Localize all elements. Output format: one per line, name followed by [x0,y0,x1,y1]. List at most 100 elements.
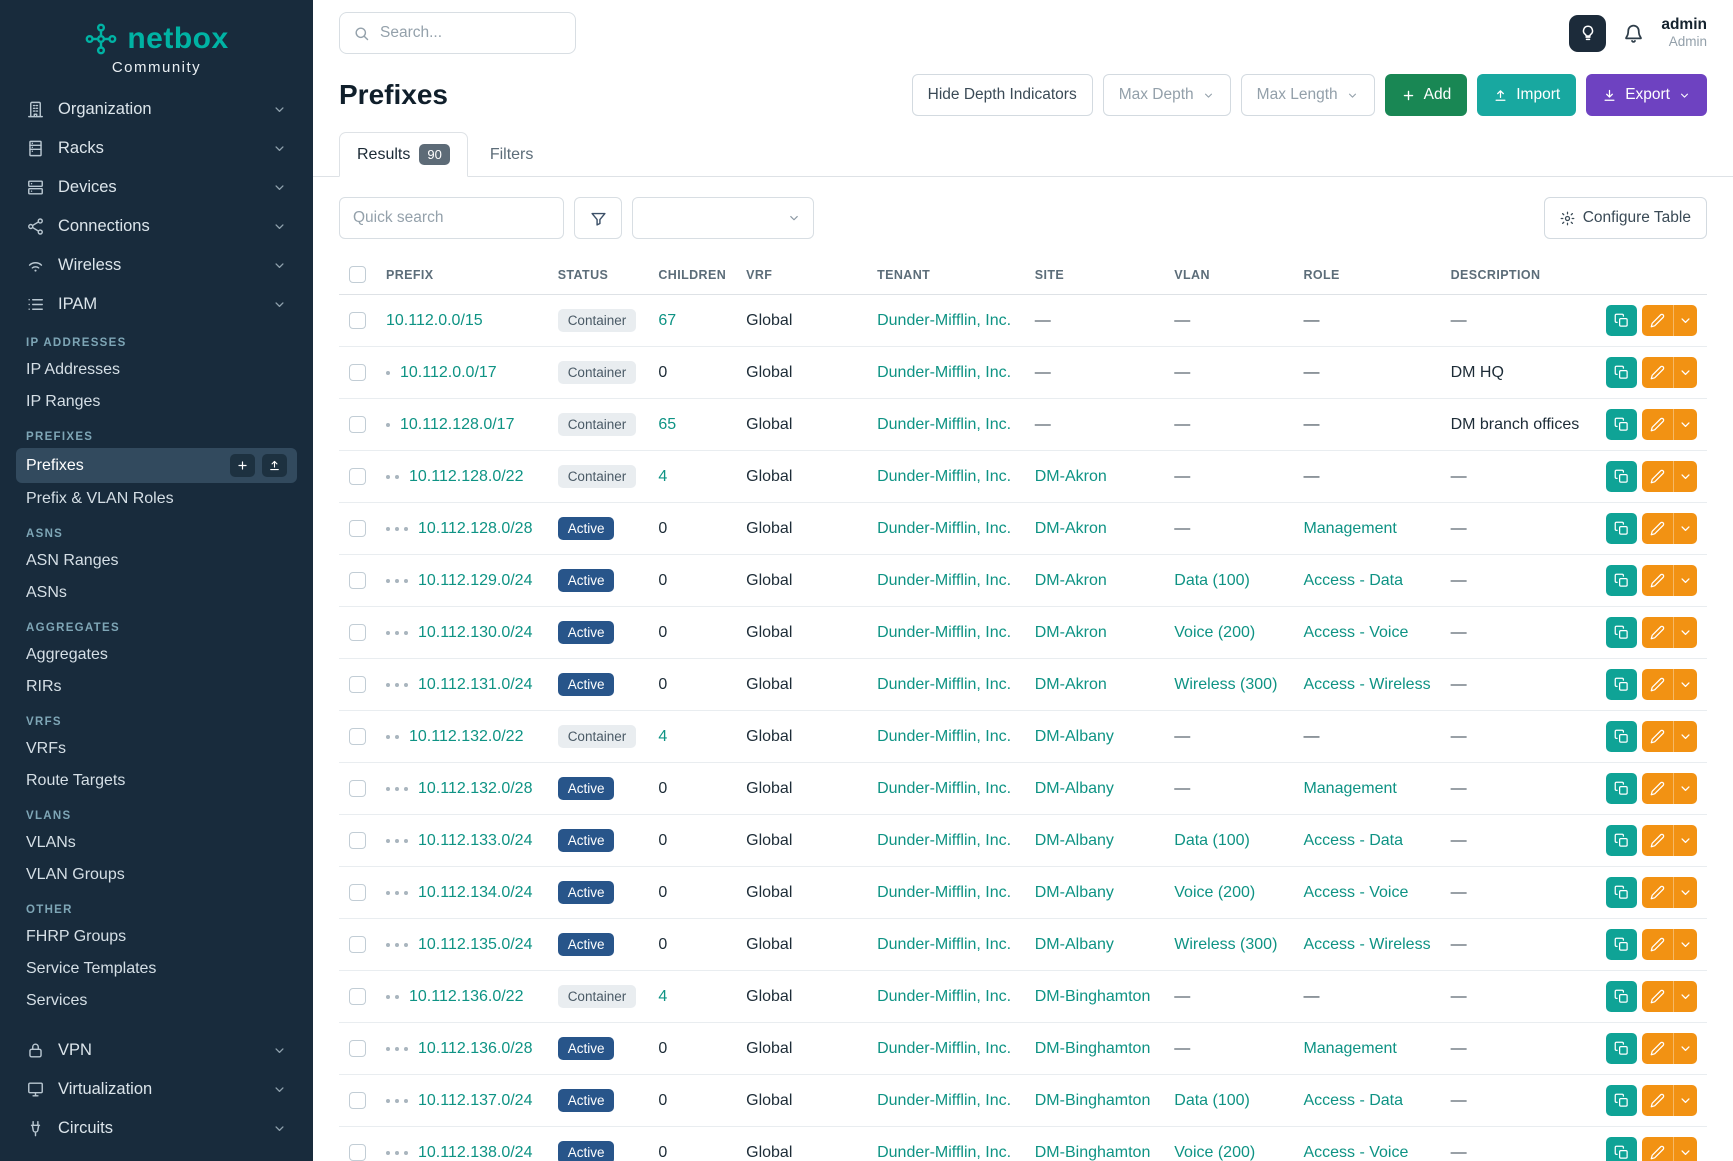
role-link[interactable]: Access - Voice [1303,1144,1408,1161]
row-checkbox[interactable] [349,416,366,433]
edit-dropdown-button[interactable] [1673,409,1697,440]
column-header-status[interactable]: STATUS [548,255,649,295]
role-link[interactable]: Access - Voice [1303,624,1408,641]
export-button[interactable]: Export [1586,74,1707,116]
max-length-dropdown[interactable]: Max Length [1241,74,1375,116]
site-link[interactable]: DM-Albany [1035,936,1114,953]
row-checkbox[interactable] [349,1144,366,1161]
vlan-link[interactable]: Data (100) [1174,572,1250,589]
edit-button[interactable] [1642,357,1673,388]
sidebar-item-aggregates[interactable]: Aggregates [16,639,297,671]
copy-button[interactable] [1606,773,1637,804]
column-header-vrf[interactable]: VRF [736,255,867,295]
site-link[interactable]: DM-Albany [1035,884,1114,901]
row-checkbox[interactable] [349,572,366,589]
edit-button[interactable] [1642,669,1673,700]
edit-button[interactable] [1642,1085,1673,1116]
edit-button[interactable] [1642,773,1673,804]
copy-button[interactable] [1606,877,1637,908]
tenant-link[interactable]: Dunder-Mifflin, Inc. [877,416,1011,433]
edit-dropdown-button[interactable] [1673,773,1697,804]
notifications-button[interactable] [1623,23,1644,44]
prefix-link[interactable]: 10.112.128.0/22 [409,468,523,485]
role-link[interactable]: Access - Data [1303,1092,1403,1109]
copy-button[interactable] [1606,305,1637,336]
edit-button[interactable] [1642,409,1673,440]
site-link[interactable]: DM-Akron [1035,624,1107,641]
edit-dropdown-button[interactable] [1673,305,1697,336]
edit-button[interactable] [1642,565,1673,596]
filter-button[interactable] [574,197,622,239]
edit-button[interactable] [1642,513,1673,544]
site-link[interactable]: DM-Albany [1035,832,1114,849]
row-checkbox[interactable] [349,780,366,797]
edit-button[interactable] [1642,1033,1673,1064]
vlan-link[interactable]: Voice (200) [1174,624,1255,641]
tenant-link[interactable]: Dunder-Mifflin, Inc. [877,728,1011,745]
copy-button[interactable] [1606,409,1637,440]
site-link[interactable]: DM-Akron [1035,468,1107,485]
copy-button[interactable] [1606,357,1637,388]
user-menu[interactable]: admin Admin [1661,15,1707,51]
vlan-link[interactable]: Voice (200) [1174,1144,1255,1161]
row-checkbox[interactable] [349,364,366,381]
sidebar-item-asn-ranges[interactable]: ASN Ranges [16,545,297,577]
filter-select[interactable] [632,197,814,239]
edit-button[interactable] [1642,825,1673,856]
sidebar-item-prefixes[interactable]: Prefixes [16,448,297,483]
copy-button[interactable] [1606,461,1637,492]
sidebar-item-vlans[interactable]: VLANs [16,827,297,859]
edit-button[interactable] [1642,617,1673,648]
edit-dropdown-button[interactable] [1673,565,1697,596]
children-link[interactable]: 65 [658,416,676,433]
edit-button[interactable] [1642,721,1673,752]
column-header-vlan[interactable]: VLAN [1164,255,1293,295]
copy-button[interactable] [1606,721,1637,752]
edit-button[interactable] [1642,305,1673,336]
tenant-link[interactable]: Dunder-Mifflin, Inc. [877,780,1011,797]
site-link[interactable]: DM-Binghamton [1035,988,1151,1005]
sidebar-item-racks[interactable]: Racks [16,129,297,168]
tenant-link[interactable]: Dunder-Mifflin, Inc. [877,1092,1011,1109]
sidebar-item-asns[interactable]: ASNs [16,577,297,609]
site-link[interactable]: DM-Akron [1035,572,1107,589]
hide-depth-indicators-button[interactable]: Hide Depth Indicators [912,74,1093,116]
column-header-tenant[interactable]: TENANT [867,255,1025,295]
children-link[interactable]: 4 [658,468,667,485]
tenant-link[interactable]: Dunder-Mifflin, Inc. [877,1040,1011,1057]
vlan-link[interactable]: Wireless (300) [1174,676,1277,693]
row-checkbox[interactable] [349,1040,366,1057]
copy-button[interactable] [1606,929,1637,960]
tab-filters[interactable]: Filters [472,132,552,177]
row-checkbox[interactable] [349,468,366,485]
import-prefix-button[interactable] [262,454,287,477]
row-checkbox[interactable] [349,676,366,693]
add-prefix-button[interactable] [230,454,255,477]
tenant-link[interactable]: Dunder-Mifflin, Inc. [877,936,1011,953]
site-link[interactable]: DM-Binghamton [1035,1040,1151,1057]
column-header-site[interactable]: SITE [1025,255,1165,295]
edit-dropdown-button[interactable] [1673,1137,1697,1161]
configure-table-button[interactable]: Configure Table [1544,197,1707,239]
role-link[interactable]: Access - Data [1303,572,1403,589]
copy-button[interactable] [1606,513,1637,544]
copy-button[interactable] [1606,617,1637,648]
edit-button[interactable] [1642,1137,1673,1161]
netbox-brand[interactable]: netbox Community [16,12,297,90]
edit-dropdown-button[interactable] [1673,1085,1697,1116]
sidebar-item-vpn[interactable]: VPN [16,1031,297,1070]
sidebar-item-virtualization[interactable]: Virtualization [16,1070,297,1109]
role-link[interactable]: Management [1303,1040,1396,1057]
edit-dropdown-button[interactable] [1673,981,1697,1012]
role-link[interactable]: Access - Data [1303,832,1403,849]
copy-button[interactable] [1606,1137,1637,1161]
row-checkbox[interactable] [349,936,366,953]
sidebar-item-ip-ranges[interactable]: IP Ranges [16,386,297,418]
site-link[interactable]: DM-Akron [1035,676,1107,693]
edit-button[interactable] [1642,461,1673,492]
sidebar-item-ipam[interactable]: IPAM [16,285,297,324]
sidebar-item-fhrp-groups[interactable]: FHRP Groups [16,921,297,953]
row-checkbox[interactable] [349,884,366,901]
prefix-link[interactable]: 10.112.133.0/24 [418,832,532,849]
tenant-link[interactable]: Dunder-Mifflin, Inc. [877,832,1011,849]
